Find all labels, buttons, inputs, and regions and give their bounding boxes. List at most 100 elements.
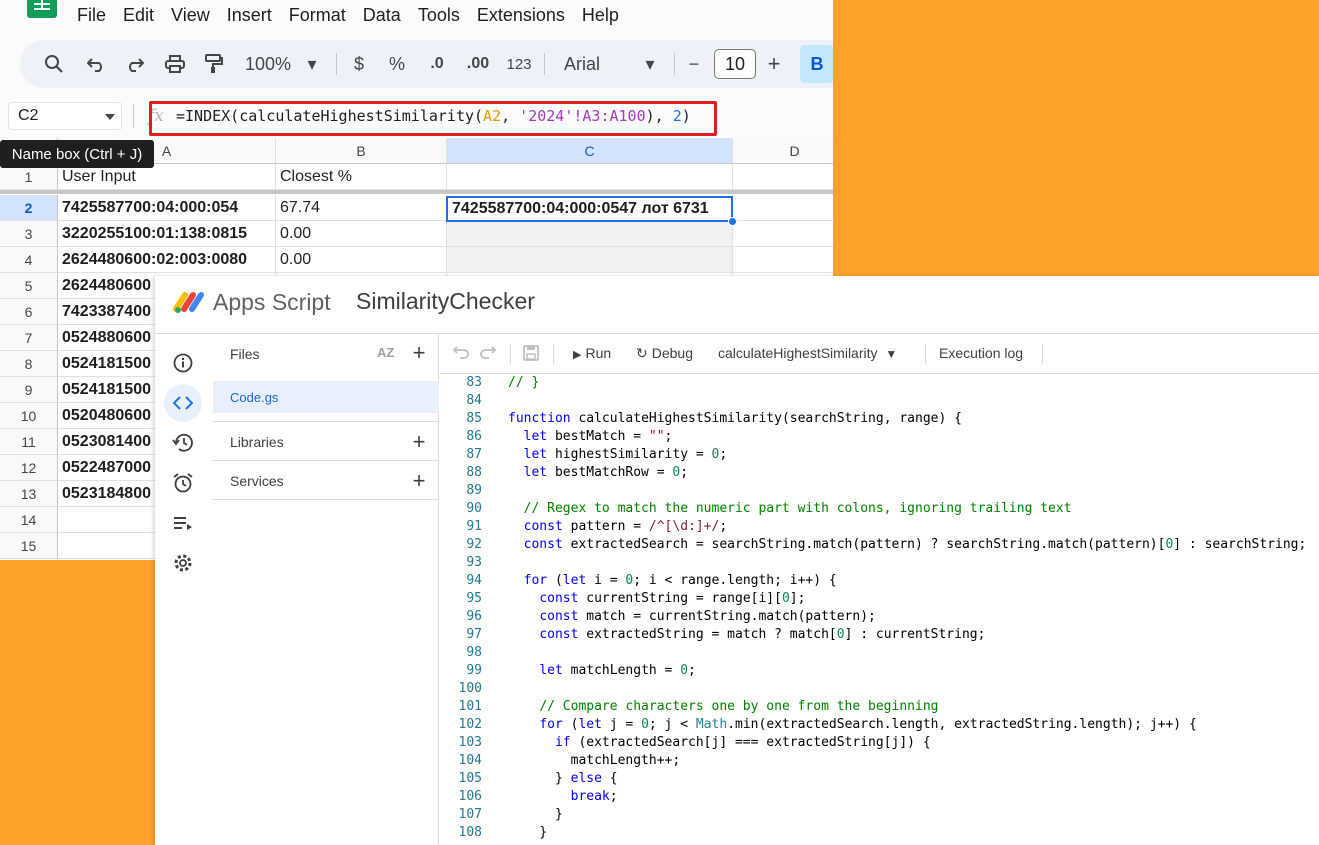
- cell-b[interactable]: 67.74: [276, 195, 447, 221]
- services-section[interactable]: Services +: [213, 460, 439, 500]
- font-select[interactable]: Arial: [560, 40, 604, 88]
- sort-az-icon[interactable]: AZ: [377, 345, 394, 360]
- function-select[interactable]: calculateHighestSimilarity ▼: [718, 345, 897, 361]
- libraries-section[interactable]: Libraries +: [213, 421, 439, 461]
- paint-format-icon[interactable]: [202, 40, 226, 88]
- redo-icon[interactable]: [123, 40, 147, 88]
- zoom-select[interactable]: 100%: [242, 40, 294, 88]
- run-button[interactable]: ▶ Run: [573, 345, 611, 361]
- cell-a[interactable]: 3220255100:01:138:0815: [58, 221, 276, 247]
- code-line[interactable]: 107 }: [440, 806, 1319, 824]
- percent-format-button[interactable]: %: [386, 40, 408, 88]
- code-line[interactable]: 103 if (extractedSearch[j] === extracted…: [440, 734, 1319, 752]
- sheets-logo-icon[interactable]: [27, 0, 57, 18]
- save-icon[interactable]: [523, 345, 539, 364]
- code-line[interactable]: 104 matchLength++;: [440, 752, 1319, 770]
- column-header-d[interactable]: D: [733, 138, 833, 164]
- cell-d[interactable]: [733, 195, 833, 221]
- debug-button[interactable]: ↻ Debug: [636, 345, 693, 362]
- code-line[interactable]: 98: [440, 644, 1319, 662]
- cell-a[interactable]: 2624480600:02:003:0080: [58, 247, 276, 273]
- print-icon[interactable]: [162, 40, 188, 88]
- overview-icon[interactable]: [164, 344, 202, 382]
- code-line[interactable]: 105 } else {: [440, 770, 1319, 788]
- zoom-caret-icon[interactable]: ▾: [302, 40, 322, 88]
- row-header[interactable]: 7: [0, 325, 58, 351]
- triggers-alarm-icon[interactable]: [164, 464, 202, 502]
- increase-font-size-button[interactable]: +: [764, 40, 784, 88]
- code-line[interactable]: 87 let highestSimilarity = 0;: [440, 446, 1319, 464]
- chevron-down-icon[interactable]: [105, 114, 115, 120]
- code-line[interactable]: 102 for (let j = 0; j < Math.min(extract…: [440, 716, 1319, 734]
- menu-view[interactable]: View: [171, 4, 210, 26]
- cell-d[interactable]: [733, 164, 833, 190]
- code-line[interactable]: 96 const match = currentString.match(pat…: [440, 608, 1319, 626]
- font-size-input[interactable]: 10: [714, 49, 756, 79]
- freeze-divider[interactable]: [0, 190, 833, 194]
- row-header[interactable]: 6: [0, 299, 58, 325]
- code-line[interactable]: 84: [440, 392, 1319, 410]
- execution-log-button[interactable]: Execution log: [939, 345, 1023, 361]
- decrease-font-size-button[interactable]: −: [684, 40, 704, 88]
- menu-tools[interactable]: Tools: [418, 4, 460, 26]
- code-line[interactable]: 95 const currentString = range[i][0];: [440, 590, 1319, 608]
- code-line[interactable]: 97 const extractedString = match ? match…: [440, 626, 1319, 644]
- code-line[interactable]: 92 const extractedSearch = searchString.…: [440, 536, 1319, 554]
- history-icon[interactable]: [164, 424, 202, 462]
- code-line[interactable]: 93: [440, 554, 1319, 572]
- increase-decimal-button[interactable]: .00: [464, 40, 492, 88]
- row-header[interactable]: 10: [0, 403, 58, 429]
- code-editor[interactable]: 83 // } 84 85 function calculateHighestSimil…: [440, 374, 1319, 845]
- search-menus-icon[interactable]: [40, 40, 68, 88]
- fill-handle[interactable]: [728, 217, 737, 226]
- menu-data[interactable]: Data: [363, 4, 401, 26]
- cell-b1[interactable]: Closest %: [276, 164, 447, 190]
- add-service-icon[interactable]: +: [409, 470, 429, 492]
- code-line[interactable]: 88 let bestMatchRow = 0;: [440, 464, 1319, 482]
- row-header[interactable]: 4: [0, 247, 58, 273]
- code-line[interactable]: 94 for (let i = 0; i < range.length; i++…: [440, 572, 1319, 590]
- number-format-button[interactable]: 123: [504, 40, 534, 88]
- name-box[interactable]: C2: [8, 102, 122, 130]
- code-line[interactable]: 99 let matchLength = 0;: [440, 662, 1319, 680]
- menu-file[interactable]: File: [77, 4, 106, 26]
- active-cell-c2[interactable]: 7425587700:04:000:0547 лот 6731: [446, 196, 733, 222]
- project-title[interactable]: SimilarityChecker: [356, 288, 535, 315]
- cell-c[interactable]: [447, 221, 733, 247]
- cell-d[interactable]: [733, 247, 833, 273]
- row-header[interactable]: 2: [0, 195, 58, 221]
- row-header[interactable]: 8: [0, 351, 58, 377]
- code-line[interactable]: 101 // Compare characters one by one fro…: [440, 698, 1319, 716]
- decrease-decimal-button[interactable]: .0: [424, 40, 450, 88]
- row-header[interactable]: 11: [0, 429, 58, 455]
- add-file-icon[interactable]: +: [409, 342, 429, 364]
- font-caret-icon[interactable]: ▾: [640, 40, 660, 88]
- menu-extensions[interactable]: Extensions: [477, 4, 565, 26]
- code-line[interactable]: 90 // Regex to match the numeric part wi…: [440, 500, 1319, 518]
- code-line[interactable]: 91 const pattern = /^[\d:]+/;: [440, 518, 1319, 536]
- row-header[interactable]: 12: [0, 455, 58, 481]
- cell-a[interactable]: 7425587700:04:000:054: [58, 195, 276, 221]
- undo-icon[interactable]: [84, 40, 108, 88]
- cell-c1[interactable]: [447, 164, 733, 190]
- cell-b[interactable]: 0.00: [276, 221, 447, 247]
- add-library-icon[interactable]: +: [409, 431, 429, 453]
- cell-b[interactable]: 0.00: [276, 247, 447, 273]
- settings-gear-icon[interactable]: [164, 544, 202, 582]
- row-header[interactable]: 3: [0, 221, 58, 247]
- row-header[interactable]: 15: [0, 533, 58, 559]
- code-line[interactable]: 86 let bestMatch = "";: [440, 428, 1319, 446]
- bold-button[interactable]: B: [800, 45, 833, 83]
- menu-edit[interactable]: Edit: [123, 4, 154, 26]
- undo-icon[interactable]: [452, 344, 469, 363]
- editor-icon[interactable]: [164, 384, 202, 422]
- code-line[interactable]: 83 // }: [440, 374, 1319, 392]
- menu-format[interactable]: Format: [289, 4, 346, 26]
- row-header[interactable]: 9: [0, 377, 58, 403]
- row-header[interactable]: 13: [0, 481, 58, 507]
- currency-format-button[interactable]: $: [348, 40, 370, 88]
- redo-icon[interactable]: [480, 344, 497, 363]
- row-header[interactable]: 5: [0, 273, 58, 299]
- cell-c[interactable]: [447, 247, 733, 273]
- executions-icon[interactable]: [164, 504, 202, 542]
